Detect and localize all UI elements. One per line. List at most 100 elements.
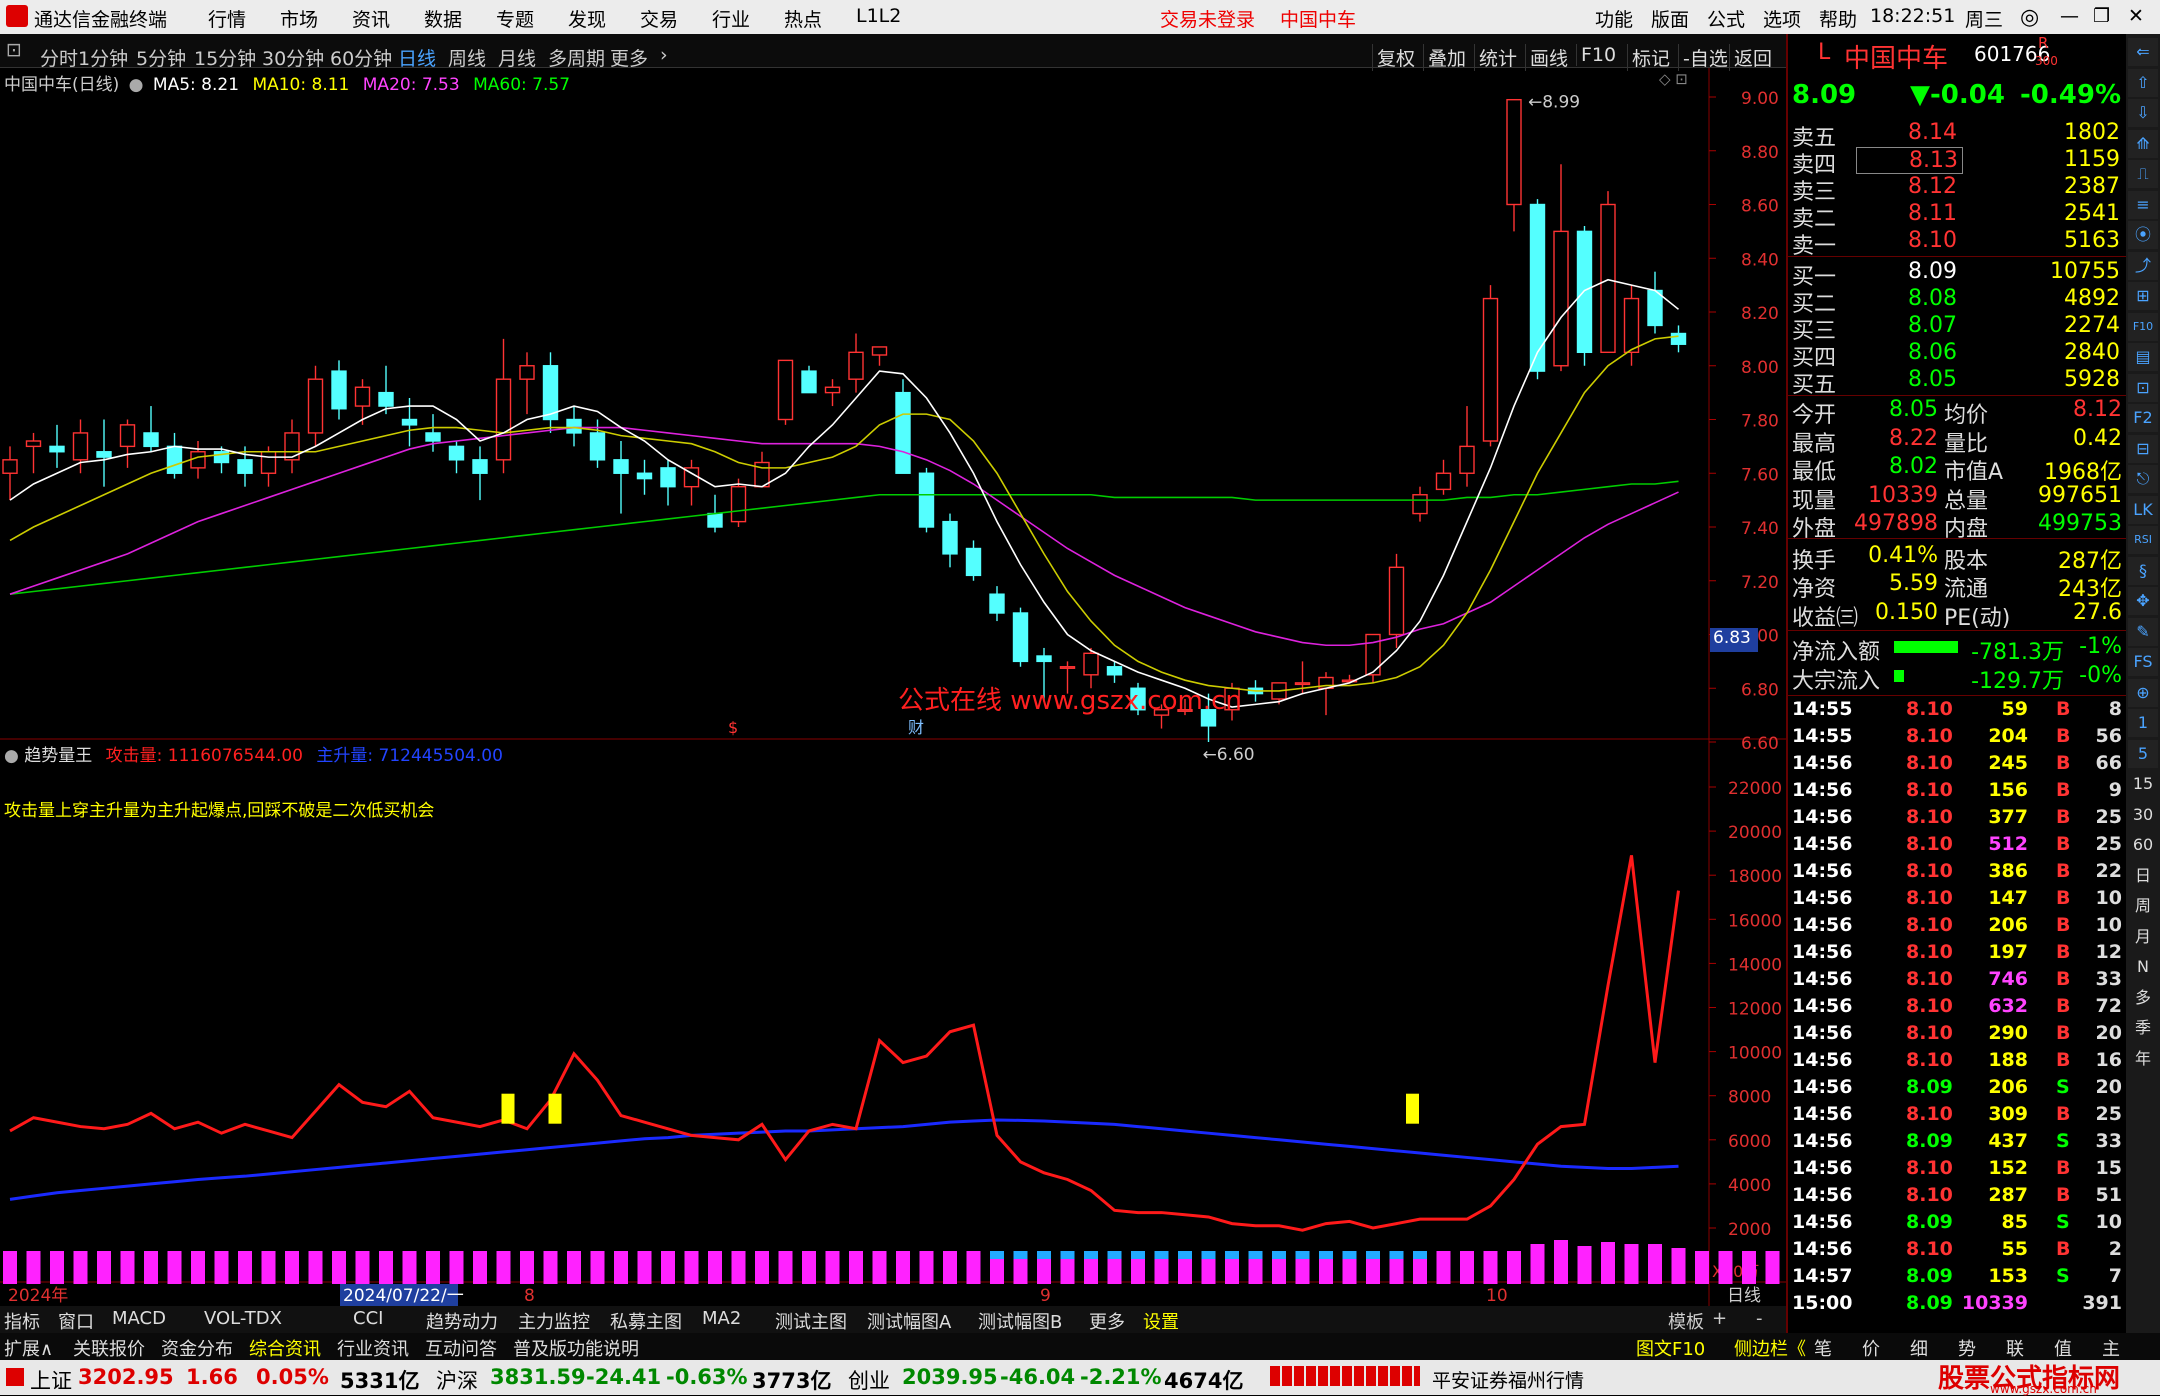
side-tool-icon[interactable]: N bbox=[2128, 953, 2158, 981]
tick-row[interactable]: 14:56 8.10 287 B 51 bbox=[1788, 1184, 2128, 1211]
indicator-tab-11[interactable]: 测试幅图B bbox=[978, 1308, 1062, 1334]
side-tool-icon[interactable]: ⇩ bbox=[2128, 99, 2158, 127]
menu-2[interactable]: 资讯 bbox=[352, 5, 390, 32]
period-tab-4[interactable]: 30分钟 bbox=[262, 44, 324, 71]
side-tool-icon[interactable]: 1 bbox=[2128, 709, 2158, 737]
tick-row[interactable]: 14:56 8.10 55 B 2 bbox=[1788, 1238, 2128, 1265]
right-menu-2[interactable]: 公式 bbox=[1707, 5, 1745, 32]
indicator-tab-1[interactable]: 窗口 bbox=[58, 1308, 94, 1334]
side-tool-icon[interactable]: ✥ bbox=[2128, 587, 2158, 615]
kline-chart[interactable]: 9.00 8.80 8.60 8.40 8.20 8.00 7.80 7.60 7.40 7.20… bbox=[0, 68, 1786, 1306]
period-label[interactable]: 日线 bbox=[1727, 1286, 1761, 1306]
indicator-tab-3[interactable]: VOL-TDX bbox=[204, 1308, 282, 1329]
cy-name[interactable]: 创业 bbox=[848, 1365, 890, 1395]
side-tool-icon[interactable]: ⟰ bbox=[2128, 129, 2158, 158]
side-tool-icon[interactable]: 30 bbox=[2128, 801, 2158, 829]
indicator-tab-13[interactable]: 设置 bbox=[1143, 1308, 1179, 1334]
indicator-tab-7[interactable]: 私募主图 bbox=[610, 1308, 682, 1334]
chart-area[interactable]: 9.00 8.80 8.60 8.40 8.20 8.00 7.80 7.60 7.40 7.20… bbox=[0, 68, 1786, 1306]
side-tab-1[interactable]: 侧边栏《 bbox=[1734, 1335, 1806, 1361]
period-tab-0[interactable]: 分时 bbox=[40, 44, 78, 71]
toolbar-btn-6[interactable]: -自选 bbox=[1678, 44, 1728, 71]
tick-row[interactable]: 14:56 8.10 386 B 22 bbox=[1788, 860, 2128, 887]
right-menu-4[interactable]: 帮助 bbox=[1819, 5, 1857, 32]
order-row[interactable]: 买三 8.07 2274 bbox=[1788, 313, 2128, 344]
order-row[interactable]: 卖五 8.14 1802 bbox=[1788, 120, 2128, 151]
period-tab-8[interactable]: 月线 bbox=[498, 44, 536, 71]
side-tool-icon[interactable]: 5 bbox=[2128, 739, 2158, 768]
side-tool-icon[interactable]: ⊡ bbox=[2128, 373, 2158, 402]
side-tool-icon[interactable]: 15 bbox=[2128, 770, 2158, 798]
right-menu-3[interactable]: 选项 bbox=[1763, 5, 1801, 32]
side-tool-icon[interactable]: ⎍ bbox=[2128, 160, 2158, 188]
menu-9[interactable]: L1L2 bbox=[856, 5, 901, 27]
menu-7[interactable]: 行业 bbox=[712, 5, 750, 32]
indicator-tab-8[interactable]: MA2 bbox=[702, 1308, 741, 1329]
restore-icon[interactable]: ❐ bbox=[2093, 5, 2110, 27]
tick-row[interactable]: 14:56 8.10 152 B 15 bbox=[1788, 1157, 2128, 1184]
menu-6[interactable]: 交易 bbox=[640, 5, 678, 32]
side-tab-4[interactable]: 细 bbox=[1910, 1335, 1928, 1361]
period-tab-10[interactable]: 更多 bbox=[610, 44, 648, 71]
order-row[interactable]: 卖二 8.11 2541 bbox=[1788, 201, 2128, 232]
ext-tab-0[interactable]: 扩展∧ bbox=[4, 1335, 53, 1361]
side-tool-icon[interactable]: ⤴ bbox=[2128, 251, 2158, 280]
tick-row[interactable]: 14:56 8.10 632 B 72 bbox=[1788, 995, 2128, 1022]
tick-row[interactable]: 14:56 8.10 245 B 66 bbox=[1788, 752, 2128, 779]
tick-row[interactable]: 14:56 8.10 309 B 25 bbox=[1788, 1103, 2128, 1130]
side-tool-icon[interactable]: 周 bbox=[2128, 892, 2158, 920]
order-row[interactable]: 买一 8.09 10755 bbox=[1788, 259, 2128, 290]
tick-row[interactable]: 14:56 8.10 377 B 25 bbox=[1788, 806, 2128, 833]
sh-name[interactable]: 上证 bbox=[30, 1365, 72, 1395]
side-tool-icon[interactable]: ✎ bbox=[2128, 617, 2158, 646]
side-tool-icon[interactable]: 季 bbox=[2128, 1014, 2158, 1042]
period-tab-2[interactable]: 5分钟 bbox=[136, 44, 186, 71]
toolbar-btn-1[interactable]: 叠加 bbox=[1423, 44, 1466, 71]
side-tab-0[interactable]: 图文F10 bbox=[1636, 1335, 1705, 1361]
ext-tab-1[interactable]: 关联报价 bbox=[73, 1335, 145, 1361]
side-tab-3[interactable]: 价 bbox=[1862, 1335, 1880, 1361]
order-row[interactable]: 买四 8.06 2840 bbox=[1788, 340, 2128, 371]
tick-row[interactable]: 14:56 8.10 147 B 10 bbox=[1788, 887, 2128, 914]
period-tab-5[interactable]: 60分钟 bbox=[330, 44, 392, 71]
side-tool-icon[interactable]: ▤ bbox=[2128, 343, 2158, 371]
tick-row[interactable]: 15:00 8.09 10339 391 bbox=[1788, 1292, 2128, 1319]
tick-row[interactable]: 14:56 8.10 156 B 9 bbox=[1788, 779, 2128, 806]
menu-1[interactable]: 市场 bbox=[280, 5, 318, 32]
menu-3[interactable]: 数据 bbox=[424, 5, 462, 32]
side-tool-icon[interactable]: ⎋ bbox=[2128, 465, 2158, 493]
right-menu-0[interactable]: 功能 bbox=[1595, 5, 1633, 32]
indicator-dot-icon[interactable]: ● bbox=[4, 746, 19, 766]
side-tool-icon[interactable]: § bbox=[2128, 556, 2158, 585]
ext-tab-6[interactable]: 普及版功能说明 bbox=[513, 1335, 639, 1361]
side-tool-icon[interactable]: ⊞ bbox=[2128, 282, 2158, 310]
toolbar-btn-0[interactable]: 复权 bbox=[1372, 44, 1415, 71]
indicator-tab-10[interactable]: 测试幅图A bbox=[867, 1308, 951, 1334]
tick-row[interactable]: 14:57 8.09 153 S 7 bbox=[1788, 1265, 2128, 1292]
side-tool-icon[interactable]: ⦿ bbox=[2128, 221, 2158, 249]
tick-row[interactable]: 14:56 8.10 512 B 25 bbox=[1788, 833, 2128, 860]
side-tool-icon[interactable]: 年 bbox=[2128, 1045, 2158, 1073]
indicator-tab-2[interactable]: MACD bbox=[112, 1308, 166, 1329]
minimize-icon[interactable]: — bbox=[2060, 5, 2079, 27]
menu-5[interactable]: 发现 bbox=[568, 5, 606, 32]
side-tool-icon[interactable]: RSI bbox=[2128, 526, 2158, 554]
side-tool-icon[interactable]: ⇐ bbox=[2128, 38, 2158, 66]
ext-tab-4[interactable]: 行业资讯 bbox=[337, 1335, 409, 1361]
ext-tab-5[interactable]: 互动问答 bbox=[425, 1335, 497, 1361]
period-tab-1[interactable]: 1分钟 bbox=[78, 44, 128, 71]
tick-row[interactable]: 14:56 8.09 206 S 20 bbox=[1788, 1076, 2128, 1103]
side-tool-icon[interactable]: 日 bbox=[2128, 862, 2158, 890]
right-menu-1[interactable]: 版面 bbox=[1651, 5, 1689, 32]
ext-tab-3[interactable]: 综合资讯 bbox=[249, 1335, 321, 1361]
side-tool-icon[interactable]: 多 bbox=[2128, 984, 2158, 1012]
side-tool-icon[interactable]: ⊕ bbox=[2128, 678, 2158, 707]
side-tab-2[interactable]: 笔 bbox=[1814, 1335, 1832, 1361]
tick-row[interactable]: 14:56 8.09 85 S 10 bbox=[1788, 1211, 2128, 1238]
toolbar-btn-7[interactable]: 返回 bbox=[1729, 44, 1772, 71]
ext-tab-2[interactable]: 资金分布 bbox=[161, 1335, 233, 1361]
order-row[interactable]: 卖一 8.10 5163 bbox=[1788, 228, 2128, 259]
chart-settings-icon[interactable]: ◇ ⊡ bbox=[1659, 70, 1688, 88]
legend-dot-icon[interactable]: ● bbox=[129, 75, 144, 95]
indicator-tab-6[interactable]: 主力监控 bbox=[518, 1308, 590, 1334]
